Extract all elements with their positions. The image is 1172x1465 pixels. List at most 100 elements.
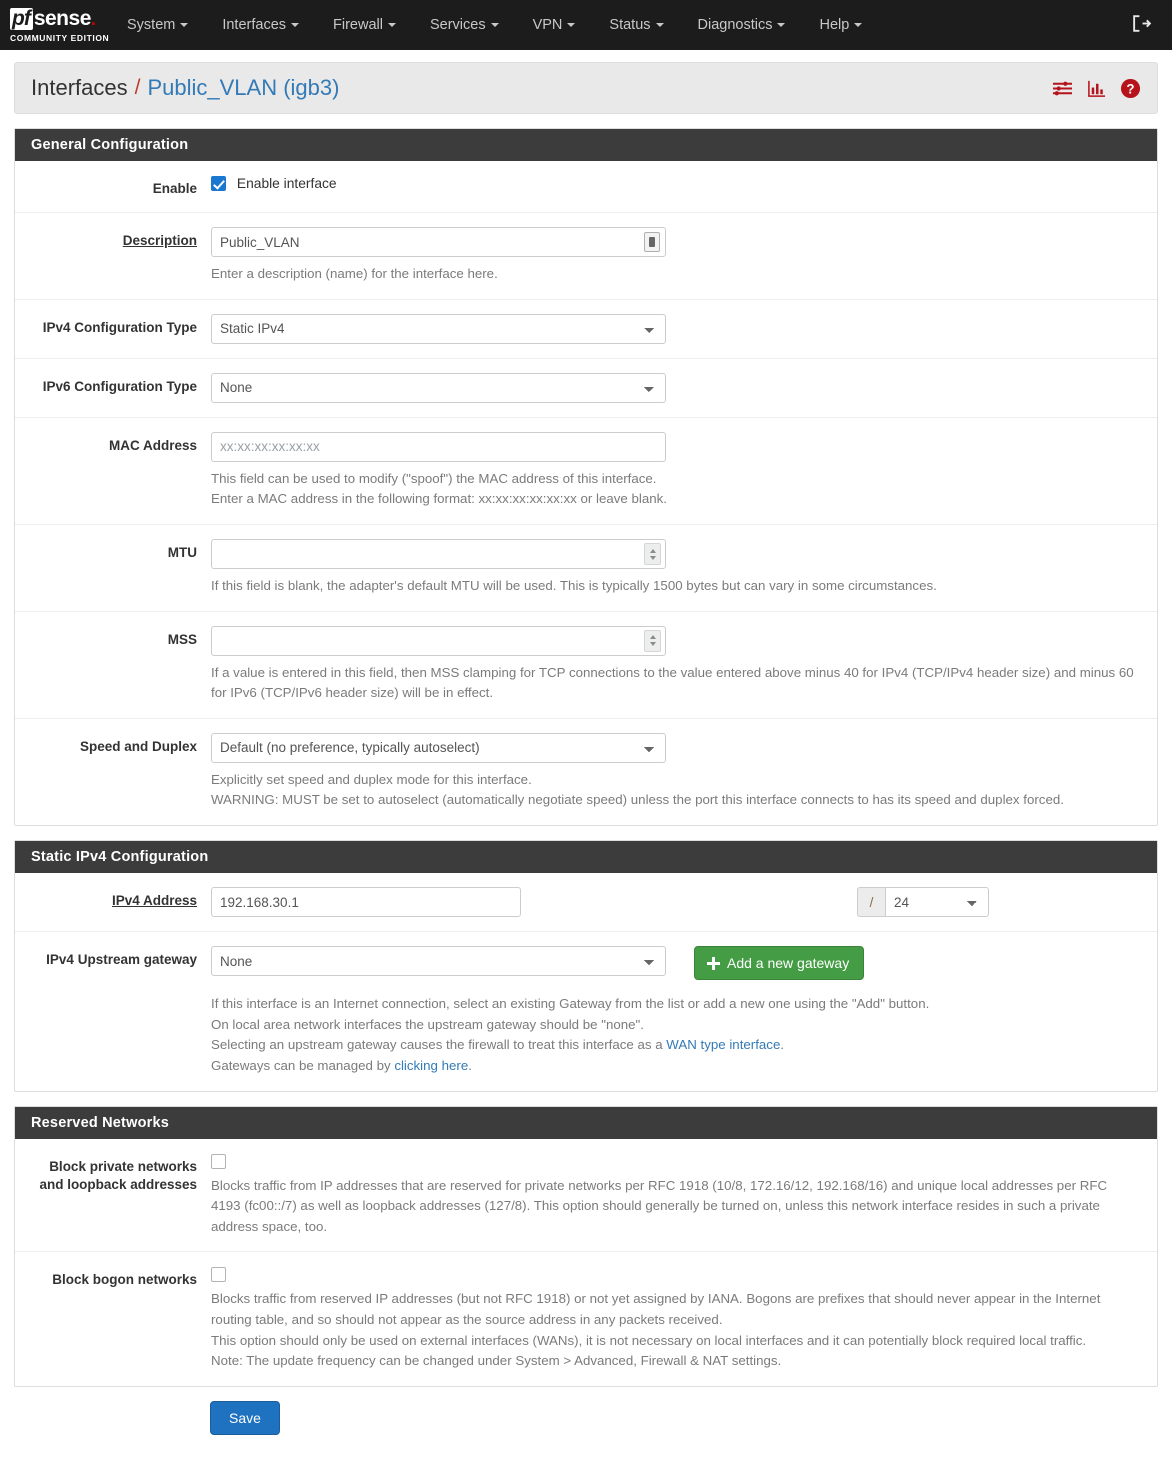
logo-pf-text: pf [10,7,33,30]
nav-item-interfaces[interactable]: Interfaces [205,0,316,50]
block-private-networks-checkbox[interactable] [211,1153,226,1169]
label-ipv6-config-type: IPv6 Configuration Type [42,378,197,394]
row-ipv4-config-type: IPv4 Configuration Type Static IPv4 [15,300,1157,359]
mac-address-input[interactable] [211,431,666,462]
row-ipv6-config-type: IPv6 Configuration Type None [15,359,1157,418]
mtu-stepper[interactable] [644,543,661,566]
chart-icon[interactable] [1087,79,1106,98]
chevron-down-icon [567,23,576,28]
nav-item-help[interactable]: Help [802,0,879,50]
row-enable: Enable Enable interface [15,161,1157,214]
sliders-icon[interactable] [1052,79,1073,98]
pfsense-logo[interactable]: pf sense. COMMUNITY EDITION [0,0,110,50]
row-mac-address: MAC Address This field can be used to mo… [15,418,1157,526]
nav-label: Services [429,17,486,33]
label-mtu: MTU [167,545,197,561]
save-button[interactable]: Save [210,1400,280,1435]
general-configuration-panel: General Configuration Enable Enable inte… [14,128,1158,827]
row-mtu: MTU If this field is blank, the adapter'… [15,525,1157,612]
label-mss: MSS [167,631,197,647]
speed-duplex-select[interactable]: Default (no preference, typically autose… [211,732,666,763]
label-block-private-line1: Block private networks [49,1158,197,1174]
chevron-down-icon [854,23,863,28]
ipv4-config-type-select[interactable]: Static IPv4 [211,313,666,344]
nav-item-status[interactable]: Status [592,0,680,50]
main-navbar: pf sense. COMMUNITY EDITION System Interf… [0,0,1172,50]
mss-input[interactable] [211,625,666,656]
svg-text:?: ? [1126,81,1134,96]
plus-icon [707,956,720,970]
mss-help: If a value is entered in this field, the… [211,664,1134,701]
nav-label: Help [819,17,850,33]
gateway-help-line4: Gateways can be managed by clicking here… [211,1056,1139,1077]
breadcrumb-root[interactable]: Interfaces [31,75,128,101]
block-private-help: Blocks traffic from IP addresses that ar… [211,1177,1108,1234]
save-label: Save [229,1409,261,1426]
breadcrumb-current[interactable]: Public_VLAN (igb3) [147,75,339,101]
gateway-help-line4-post: . [468,1057,472,1073]
label-speed-duplex: Speed and Duplex [79,738,197,754]
nav-item-firewall[interactable]: Firewall [316,0,413,50]
nav-item-vpn[interactable]: VPN [516,0,593,50]
label-block-private: Block private networks and loopback addr… [15,1153,211,1238]
breadcrumb-separator: / [134,76,141,99]
ipv4-gateway-select[interactable]: None [211,946,666,977]
logo-sense-text: sense [33,6,92,30]
static-ipv4-title: Static IPv4 Configuration [15,841,1157,874]
block-bogon-help-line1: Blocks traffic from reserved IP addresse… [211,1291,1101,1327]
mtu-input[interactable] [211,539,666,570]
wan-type-interface-link[interactable]: WAN type interface [666,1037,780,1052]
gateway-help-line2: On local area network interfaces the ups… [211,1016,644,1032]
nav-label: Interfaces [222,17,287,33]
enable-interface-checkbox[interactable] [211,176,226,191]
chevron-down-icon [490,23,499,28]
nav-label: Diagnostics [697,17,773,33]
reserved-networks-title: Reserved Networks [15,1106,1157,1139]
chevron-down-icon [777,23,786,28]
static-ipv4-panel: Static IPv4 Configuration IPv4 Address /… [14,840,1158,1092]
nav-item-services[interactable]: Services [413,0,516,50]
label-block-bogon: Block bogon networks [52,1272,197,1288]
row-block-private: Block private networks and loopback addr… [15,1139,1157,1253]
ipv4-address-input[interactable] [211,887,521,918]
gateway-help-line3-post: . [780,1037,785,1053]
autofill-icon[interactable] [644,232,660,253]
chevron-down-icon [655,23,664,28]
logo-dot: . [90,8,96,29]
description-help: Enter a description (name) for the inter… [211,266,498,282]
mac-help-line1: This field can be used to modify ("spoof… [211,470,657,486]
label-description: Description [122,233,197,249]
header-icon-group: ? [1052,78,1141,99]
subnet-mask-select[interactable]: 24 [885,887,989,918]
mtu-help: If this field is blank, the adapter's de… [211,578,937,594]
form-actions: Save [210,1400,1158,1435]
nav-item-diagnostics[interactable]: Diagnostics [681,0,803,50]
label-enable: Enable [152,181,197,196]
label-ipv4-gateway: IPv4 Upstream gateway [46,952,197,968]
subnet-prefix-symbol: / [857,887,885,918]
general-configuration-title: General Configuration [15,129,1157,161]
row-ipv4-gateway: IPv4 Upstream gateway None Add a new gat… [15,932,1157,1090]
nav-label: System [127,17,176,33]
mss-stepper[interactable] [644,629,661,652]
row-description: Description Enter a description (name) f… [15,213,1157,300]
label-ipv4-address: IPv4 Address [111,893,197,909]
add-new-gateway-button[interactable]: Add a new gateway [694,946,865,981]
chevron-down-icon [291,23,300,28]
clicking-here-link[interactable]: clicking here [394,1058,468,1073]
nav-item-system[interactable]: System [110,0,205,50]
help-icon[interactable]: ? [1120,78,1141,99]
logout-icon[interactable] [1131,13,1152,38]
chevron-down-icon [180,23,189,28]
speed-duplex-help-line2: WARNING: MUST be set to autoselect (auto… [211,792,1064,808]
row-ipv4-address: IPv4 Address / 24 [15,873,1157,933]
chevron-down-icon [387,23,396,28]
label-block-private-line2: and loopback addresses [39,1176,197,1192]
description-input[interactable] [211,227,666,258]
gateway-help-line3-pre: Selecting an upstream gateway causes the… [211,1037,667,1053]
ipv6-config-type-select[interactable]: None [211,372,666,403]
row-mss: MSS If a value is entered in this field,… [15,612,1157,719]
add-gateway-label: Add a new gateway [727,955,850,972]
label-mac-address: MAC Address [108,437,197,453]
block-bogon-networks-checkbox[interactable] [211,1267,226,1283]
